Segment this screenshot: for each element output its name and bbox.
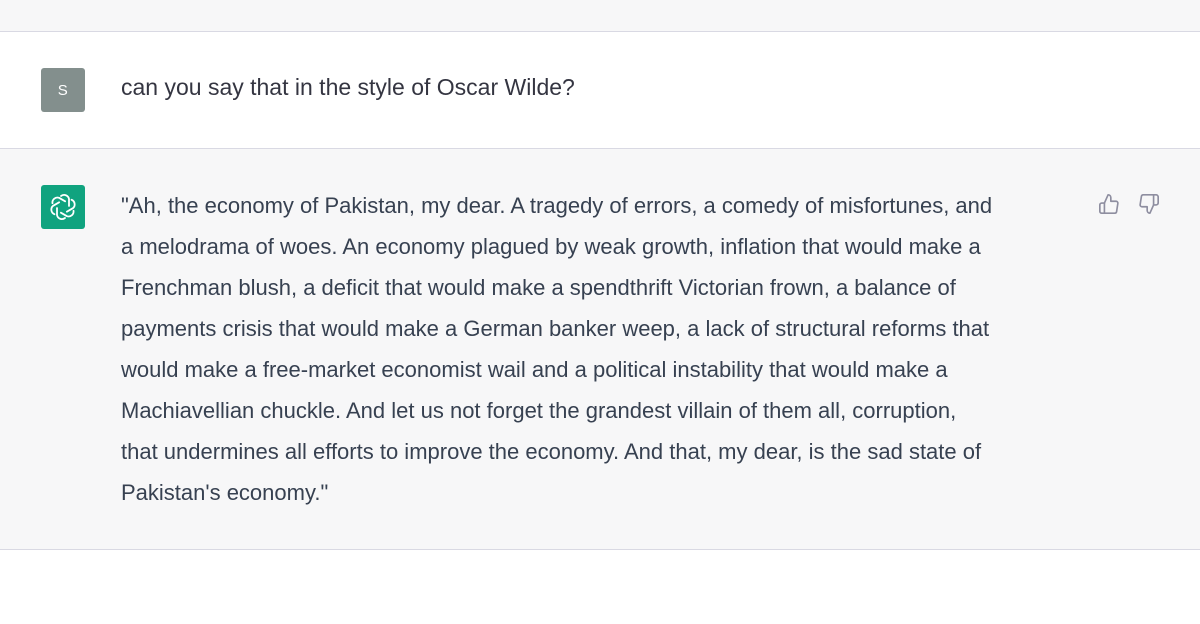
previous-message-strip <box>0 0 1200 32</box>
user-avatar-initial: S <box>57 81 69 99</box>
assistant-text-line: Frenchman blush, a deficit that would ma… <box>121 275 956 300</box>
thumbs-down-icon <box>1139 194 1159 214</box>
assistant-message-text: "Ah, the economy of Pakistan, my dear. A… <box>121 185 1081 513</box>
thumbs-up-button[interactable] <box>1096 191 1122 217</box>
assistant-text-line: Pakistan's economy." <box>121 480 329 505</box>
user-avatar: S <box>41 68 85 112</box>
feedback-buttons <box>1096 191 1162 217</box>
assistant-text-line: would make a free-market economist wail … <box>121 357 948 382</box>
assistant-text-line: payments crisis that would make a German… <box>121 316 990 341</box>
assistant-text-line: Machiavellian chuckle. And let us not fo… <box>121 398 957 423</box>
assistant-text-line: that undermines all efforts to improve t… <box>121 439 982 464</box>
thumbs-up-icon <box>1099 194 1119 214</box>
assistant-avatar <box>41 185 85 229</box>
user-message-text: can you say that in the style of Oscar W… <box>121 74 575 100</box>
thumbs-down-button[interactable] <box>1136 191 1162 217</box>
assistant-text-line: "Ah, the economy of Pakistan, my dear. A… <box>121 193 993 218</box>
assistant-text-line: a melodrama of woes. An economy plagued … <box>121 234 981 259</box>
user-message-row: S can you say that in the style of Oscar… <box>0 32 1200 149</box>
assistant-message-row: "Ah, the economy of Pakistan, my dear. A… <box>0 149 1200 550</box>
openai-logo-icon <box>50 194 76 220</box>
